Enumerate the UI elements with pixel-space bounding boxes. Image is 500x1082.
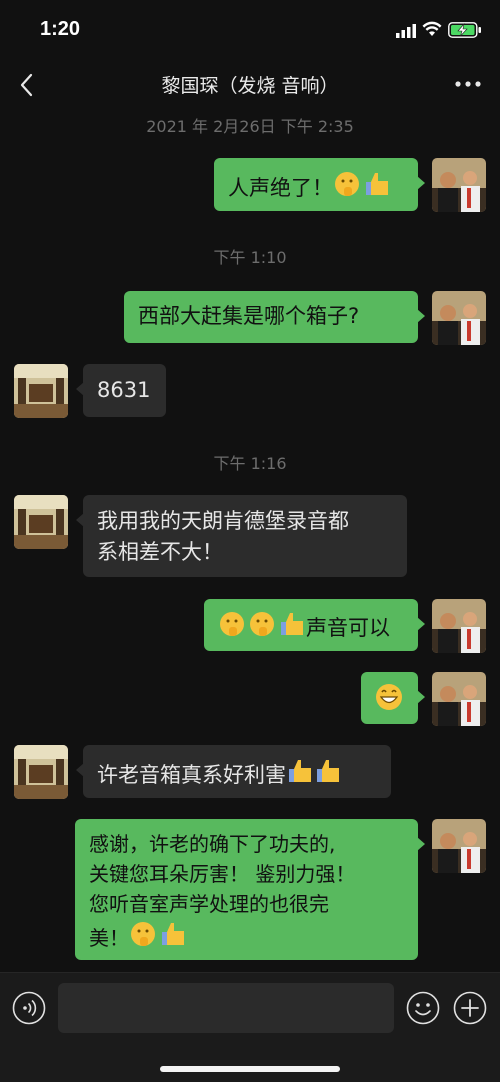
chat-title: 黎国琛（发烧 音响） (161, 75, 339, 97)
voice-input-icon[interactable] (12, 991, 46, 1025)
status-bar: 1:20 (0, 0, 500, 60)
battery-charging-icon (448, 22, 481, 38)
wifi-icon (422, 21, 442, 36)
thumbs-up-emoji-icon (289, 760, 311, 782)
shush-emoji-icon (131, 922, 155, 946)
message-bubble-self[interactable]: 声音可以 (204, 599, 425, 651)
contact-avatar[interactable] (14, 745, 68, 799)
message-text-line: 系相差不大！ (97, 540, 223, 564)
thumbs-up-emoji-icon (366, 173, 388, 195)
contact-avatar[interactable] (14, 364, 68, 418)
status-time: 1:20 (40, 18, 81, 40)
thumbs-up-emoji-icon (162, 923, 184, 945)
message-input[interactable] (58, 983, 394, 1033)
message-text: 8631 (97, 378, 151, 402)
message-bubble-self[interactable]: 西部大赶集是哪个箱子? (124, 291, 425, 343)
message-text: 西部大赶集是哪个箱子? (138, 304, 360, 328)
message-bubble-self[interactable] (361, 672, 425, 724)
message-text: 人声绝了！ (228, 176, 333, 200)
chat-header: 黎国琛（发烧 音响） (0, 60, 500, 108)
message-text: 声音可以 (306, 616, 390, 640)
self-avatar[interactable] (432, 599, 486, 653)
emoji-picker-icon[interactable] (406, 991, 440, 1025)
message-timestamp: 下午 1:10 (213, 248, 287, 267)
thumbs-up-emoji-icon (317, 760, 339, 782)
message-timestamp: 下午 1:16 (213, 454, 287, 473)
message-bubble-self[interactable]: 人声绝了！ (214, 158, 425, 211)
message-text-line: 关键您耳朵厉害！ 鉴别力强！ (89, 862, 356, 886)
message-bubble-self[interactable]: 感谢，许老的确下了功夫的, 关键您耳朵厉害！ 鉴别力强！ 您听音室声学处理的也很… (75, 819, 425, 960)
home-indicator (160, 1066, 340, 1072)
shush-emoji-icon (220, 612, 244, 636)
message-text-line: 感谢，许老的确下了功夫的, (89, 832, 336, 856)
message-text-line: 美！ (89, 926, 129, 950)
self-avatar[interactable] (432, 158, 486, 212)
message-bubble-contact[interactable]: 我用我的天朗肯德堡录音都 系相差不大！ (76, 495, 407, 577)
message-timestamp: 2021 年 2月26日 下午 2:35 (146, 117, 354, 136)
cellular-signal-icon (396, 24, 416, 38)
contact-avatar[interactable] (14, 495, 68, 549)
message-bubble-contact[interactable]: 8631 (76, 364, 166, 417)
message-bubble-contact[interactable]: 许老音箱真系好利害 (76, 745, 391, 798)
message-text: 许老音箱真系好利害 (97, 763, 286, 787)
thumbs-up-emoji-icon (281, 613, 303, 635)
self-avatar[interactable] (432, 672, 486, 726)
more-options-icon[interactable] (448, 72, 488, 96)
message-text-line: 您听音室声学处理的也很完 (89, 892, 329, 916)
more-actions-plus-icon[interactable] (453, 991, 487, 1025)
shush-emoji-icon (250, 612, 274, 636)
grin-emoji-icon (376, 684, 402, 710)
shush-emoji-icon (335, 172, 359, 196)
self-avatar[interactable] (432, 291, 486, 345)
back-arrow-icon[interactable] (14, 70, 42, 100)
message-text-line: 我用我的天朗肯德堡录音都 (97, 509, 349, 533)
self-avatar[interactable] (432, 819, 486, 873)
